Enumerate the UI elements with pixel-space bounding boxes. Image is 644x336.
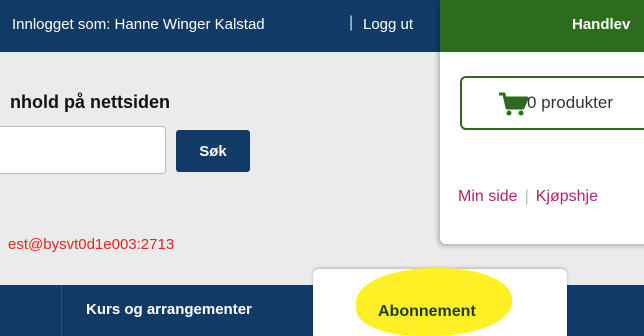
yellow-highlight-marker bbox=[356, 268, 512, 336]
server-debug-text: est@bysvt0d1e003:2713 bbox=[8, 236, 175, 253]
search-label: nhold på nettsiden bbox=[10, 92, 170, 112]
search-button[interactable]: Søk bbox=[176, 130, 250, 172]
nav-item-courses-and-events[interactable]: Kurs og arrangementer bbox=[86, 301, 252, 318]
purchase-help-link[interactable]: Kjøpshje bbox=[536, 188, 598, 205]
search-input[interactable] bbox=[0, 126, 166, 174]
logout-link[interactable]: Logg ut bbox=[363, 16, 413, 33]
cart-links-divider: | bbox=[524, 188, 529, 205]
cart-item-count: 0 produkter bbox=[527, 93, 613, 112]
nav-tab-subscription-label[interactable]: Abonnement bbox=[378, 303, 476, 321]
cart-icon bbox=[499, 92, 529, 116]
cart-button[interactable]: 0 produkter bbox=[460, 76, 644, 130]
cart-panel: Handlev 0 produkter Min side | Kjøpshje bbox=[440, 0, 644, 244]
nav-divider bbox=[61, 285, 62, 336]
cart-links: Min side | Kjøpshje bbox=[458, 188, 598, 206]
top-bar: Innlogget som: Hanne Winger Kalstad | Lo… bbox=[0, 0, 440, 52]
top-bar-separator: | bbox=[349, 14, 354, 31]
logged-in-text: Innlogget som: Hanne Winger Kalstad bbox=[12, 16, 265, 33]
cart-header: Handlev bbox=[440, 0, 644, 52]
cart-header-title: Handlev bbox=[572, 16, 631, 33]
my-page-link[interactable]: Min side bbox=[458, 188, 518, 205]
